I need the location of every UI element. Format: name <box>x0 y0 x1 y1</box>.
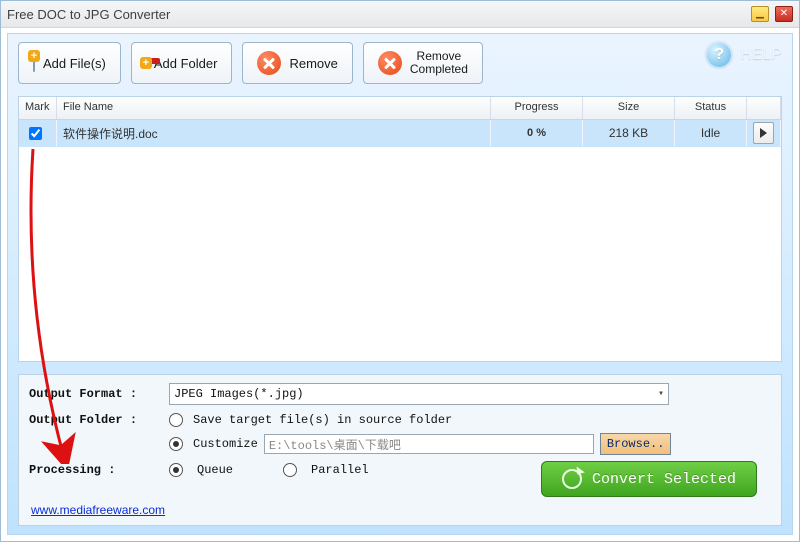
table-row[interactable]: 软件操作说明.doc 0 % 218 KB Idle <box>19 120 781 147</box>
add-files-button[interactable]: + Add File(s) <box>18 42 121 84</box>
radio-parallel[interactable] <box>283 463 297 477</box>
file-list-header: Mark File Name Progress Size Status <box>19 97 781 120</box>
remove-label: Remove <box>289 56 337 71</box>
browse-button[interactable]: Browse.. <box>600 433 672 455</box>
radio-parallel-label: Parallel <box>311 463 369 477</box>
row-progress: 0 % <box>491 120 583 146</box>
minimize-button[interactable]: ▁ <box>751 6 769 22</box>
radio-source-folder[interactable] <box>169 413 183 427</box>
file-add-icon: + <box>33 56 35 71</box>
page-body: + Add File(s) + Add Folder Remove Remove… <box>7 33 793 535</box>
col-size[interactable]: Size <box>583 97 675 119</box>
output-format-label: Output Format : <box>29 387 159 401</box>
output-format-value: JPEG Images(*.jpg) <box>174 387 304 401</box>
col-action <box>747 97 781 119</box>
help-button[interactable]: ? HELP <box>706 42 782 68</box>
add-files-label: Add File(s) <box>43 56 106 71</box>
window-title: Free DOC to JPG Converter <box>7 7 170 22</box>
remove-button[interactable]: Remove <box>242 42 352 84</box>
col-progress[interactable]: Progress <box>491 97 583 119</box>
remove-completed-label: Remove Completed <box>410 50 468 76</box>
radio-queue[interactable] <box>169 463 183 477</box>
col-file[interactable]: File Name <box>57 97 491 119</box>
remove-icon <box>257 51 281 75</box>
output-folder-label: Output Folder : <box>29 413 159 427</box>
radio-customize-label: Customize <box>193 437 258 451</box>
col-mark[interactable]: Mark <box>19 97 57 119</box>
customize-path-input[interactable]: E:\tools\桌面\下载吧 <box>264 434 594 454</box>
app-window: Free DOC to JPG Converter ▁ ✕ + Add File… <box>0 0 800 542</box>
play-icon <box>760 128 767 138</box>
output-folder-row: Output Folder : Save target file(s) in s… <box>29 413 771 455</box>
remove-completed-button[interactable]: Remove Completed <box>363 42 483 84</box>
radio-source-folder-label: Save target file(s) in source folder <box>193 413 452 427</box>
col-status[interactable]: Status <box>675 97 747 119</box>
remove-completed-icon <box>378 51 402 75</box>
row-play-button[interactable] <box>753 122 774 144</box>
window-buttons: ▁ ✕ <box>751 6 793 22</box>
help-label: HELP <box>740 46 782 64</box>
toolbar: + Add File(s) + Add Folder Remove Remove… <box>8 34 792 94</box>
vendor-link[interactable]: www.mediafreeware.com <box>31 503 165 517</box>
row-filename: 软件操作说明.doc <box>57 120 491 146</box>
row-size: 218 KB <box>583 120 675 146</box>
add-folder-label: Add Folder <box>154 56 218 71</box>
close-button[interactable]: ✕ <box>775 6 793 22</box>
radio-customize[interactable] <box>169 437 183 451</box>
processing-label: Processing : <box>29 463 159 477</box>
add-folder-button[interactable]: + Add Folder <box>131 42 233 84</box>
help-icon: ? <box>706 42 732 68</box>
output-format-select[interactable]: JPEG Images(*.jpg) ▾ <box>169 383 669 405</box>
row-status: Idle <box>675 120 747 146</box>
convert-label: Convert Selected <box>592 471 736 488</box>
convert-icon <box>562 469 582 489</box>
radio-queue-label: Queue <box>197 463 233 477</box>
settings-panel: Output Format : JPEG Images(*.jpg) ▾ Out… <box>18 374 782 526</box>
file-list: Mark File Name Progress Size Status 软件操作… <box>18 96 782 362</box>
output-format-row: Output Format : JPEG Images(*.jpg) ▾ <box>29 383 771 405</box>
row-checkbox[interactable] <box>29 127 42 140</box>
chevron-down-icon: ▾ <box>658 388 664 400</box>
title-bar: Free DOC to JPG Converter ▁ ✕ <box>1 1 799 28</box>
convert-selected-button[interactable]: Convert Selected <box>541 461 757 497</box>
